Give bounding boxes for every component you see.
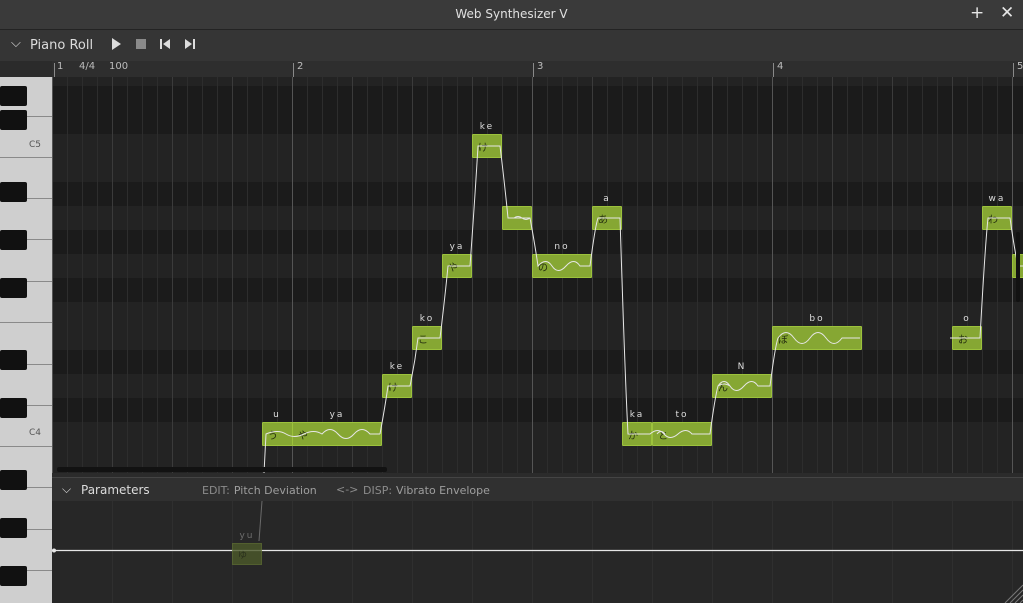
measure-tick bbox=[773, 63, 774, 77]
measure-tick bbox=[293, 63, 294, 77]
resize-grip-icon[interactable] bbox=[1001, 581, 1023, 603]
note-lyric: ke bbox=[389, 362, 405, 372]
measure-2: 2 bbox=[297, 61, 304, 72]
note-lyric: ya bbox=[449, 242, 465, 252]
note-lyric: ko bbox=[419, 314, 435, 324]
piano-keys[interactable] bbox=[0, 77, 52, 603]
parameter-grid bbox=[52, 501, 1023, 603]
measure-3: 3 bbox=[537, 61, 544, 72]
title-bar: Web Synthesizer V + ✕ bbox=[0, 0, 1023, 30]
measure-tick bbox=[54, 63, 55, 77]
tempo: 100 bbox=[109, 61, 129, 72]
note-lyric: ke bbox=[479, 122, 495, 132]
edit-value: Pitch Deviation bbox=[233, 484, 317, 497]
disp-value: Vibrato Envelope bbox=[396, 484, 490, 497]
measure-tick bbox=[1013, 63, 1014, 77]
parameter-anchor[interactable] bbox=[52, 548, 56, 553]
chevron-down-icon[interactable]: ⌵ bbox=[11, 36, 21, 51]
note-lyric: to bbox=[675, 410, 689, 420]
note-lyric: bo bbox=[809, 314, 825, 324]
parameters-title: Parameters bbox=[81, 483, 150, 497]
ghost-note[interactable]: ゆ bbox=[232, 543, 262, 565]
disp-label: DISP: bbox=[363, 484, 393, 497]
edit-label: EDIT: bbox=[202, 484, 230, 497]
note-lyric: o bbox=[963, 314, 971, 324]
edit-selector[interactable]: EDIT: Pitch Deviation bbox=[202, 484, 317, 497]
measure-5: 5 bbox=[1017, 61, 1023, 72]
note-lyric: ya bbox=[329, 410, 345, 420]
stop-icon[interactable] bbox=[134, 37, 148, 51]
measure-1: 1 bbox=[57, 61, 64, 72]
key-label-c5: C5 bbox=[29, 140, 42, 150]
parameters-header: ⌵ Parameters EDIT: Pitch Deviation <-> DI… bbox=[52, 477, 1023, 502]
note-lyric: N bbox=[737, 362, 747, 372]
note-lyric: wa bbox=[988, 194, 1006, 204]
pitch-curve bbox=[263, 145, 1023, 473]
parameter-canvas[interactable]: ゆ yu bbox=[52, 501, 1023, 603]
vertical-scrollbar[interactable] bbox=[1016, 232, 1020, 302]
note-lyric: u bbox=[273, 410, 281, 420]
note-lyric: ka bbox=[629, 410, 645, 420]
time-signature: 4/4 bbox=[79, 61, 96, 72]
key-label-c4: C4 bbox=[29, 428, 42, 438]
piano-roll-canvas[interactable]: う や け こ や け の あ か と ん ぼ お わ u ya ke ko y… bbox=[52, 77, 1023, 473]
swap-arrows-icon[interactable]: <-> bbox=[336, 483, 358, 496]
chevron-down-icon[interactable]: ⌵ bbox=[62, 482, 71, 497]
close-icon[interactable]: ✕ bbox=[1000, 4, 1014, 22]
ghost-note-lyric: yu bbox=[239, 531, 255, 541]
play-icon[interactable] bbox=[109, 37, 123, 51]
skip-back-icon[interactable] bbox=[158, 37, 172, 51]
timeline-ruler[interactable]: 1 4/4 100 2 3 4 5 bbox=[52, 61, 1023, 77]
plus-icon[interactable]: + bbox=[970, 4, 984, 22]
note-lyric: no bbox=[554, 242, 570, 252]
note-lyric: a bbox=[603, 194, 611, 204]
panel-label: Piano Roll bbox=[30, 38, 94, 53]
piano-roll-toolbar: ⌵ Piano Roll bbox=[0, 30, 1023, 61]
display-selector[interactable]: DISP: Vibrato Envelope bbox=[363, 484, 490, 497]
measure-tick bbox=[533, 63, 534, 77]
skip-forward-icon[interactable] bbox=[183, 37, 197, 51]
measure-4: 4 bbox=[777, 61, 784, 72]
horizontal-scrollbar[interactable] bbox=[57, 467, 387, 472]
piano-keyboard[interactable]: C5 C4 bbox=[0, 77, 52, 603]
window-title: Web Synthesizer V bbox=[455, 7, 568, 21]
ghost-note-kana: ゆ bbox=[238, 551, 248, 561]
